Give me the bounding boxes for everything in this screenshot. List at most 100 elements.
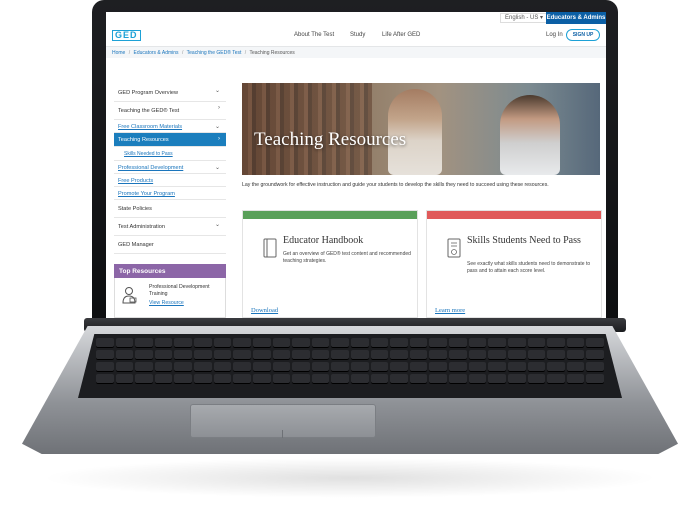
sidebar-item-teaching-resources[interactable]: Teaching Resources ›: [114, 133, 226, 147]
sidebar-item-label: Professional Development: [118, 165, 184, 171]
keyboard-key: [96, 350, 114, 360]
keyboard-key: [154, 362, 173, 372]
sidebar-item-label: Free Products: [118, 178, 154, 184]
keyboard-key: [213, 350, 232, 360]
sidebar-item-teaching-the-ged-test[interactable]: Teaching the GED® Test ›: [114, 102, 226, 120]
keyboard-key: [233, 374, 251, 384]
card-title: Skills Students Need to Pass: [467, 235, 581, 246]
sidebar-item-label: State Policies: [118, 206, 152, 212]
learn-more-link[interactable]: Learn more: [435, 307, 465, 314]
keyboard-key: [409, 350, 428, 360]
skills-students-need-card: Skills Students Need to Pass See exactly…: [426, 210, 602, 318]
sidebar-item-label: Free Classroom Materials: [118, 124, 183, 130]
keyboard-key: [547, 350, 565, 360]
teacher-icon: [122, 287, 137, 304]
view-resource-link[interactable]: View Resource: [149, 300, 184, 306]
keyboard-key: [96, 374, 114, 384]
nav-life-after-ged[interactable]: Life After GED: [382, 32, 420, 38]
keyboard-key: [272, 338, 291, 348]
keyboard-key: [586, 374, 604, 384]
laptop-shadow: [40, 458, 660, 498]
breadcrumb-separator: /: [128, 50, 131, 56]
keyboard-key: [390, 350, 408, 360]
breadcrumb-educators[interactable]: Educators & Admins: [134, 50, 179, 56]
keyboard-key: [409, 362, 428, 372]
keyboard-key: [351, 362, 369, 372]
nav-about-the-test[interactable]: About The Test: [294, 32, 334, 38]
breadcrumb: Home / Educators & Admins / Teaching the…: [106, 46, 606, 58]
keyboard-key: [390, 362, 408, 372]
keyboard-key: [507, 374, 526, 384]
keyboard-key: [272, 350, 291, 360]
keyboard-key: [370, 350, 389, 360]
keyboard-key: [351, 374, 369, 384]
keyboard-key: [527, 338, 546, 348]
sidebar-item-label: Skills Needed to Pass: [124, 151, 173, 157]
keyboard-key: [566, 362, 585, 372]
breadcrumb-home[interactable]: Home: [112, 50, 125, 56]
keyboard-key: [292, 350, 310, 360]
sidebar-item-state-policies[interactable]: State Policies: [114, 200, 226, 218]
top-resource-title: Professional Development Training: [149, 284, 210, 297]
sidebar-item-free-products[interactable]: Free Products: [114, 174, 226, 187]
keyboard-key: [154, 338, 173, 348]
keyboard-key: [233, 362, 251, 372]
chevron-down-icon: ⌄: [214, 165, 220, 171]
trackpad: [190, 404, 376, 438]
card-description: Get an overview of GED® test content and…: [283, 251, 411, 264]
keyboard-key: [194, 374, 212, 384]
keyboard-key: [429, 362, 448, 372]
sidebar-item-test-administration[interactable]: Test Administration ⌄: [114, 218, 226, 236]
download-link[interactable]: Download: [251, 307, 278, 314]
top-resources-body: Professional Development Training View R…: [114, 278, 226, 318]
keyboard-key: [370, 338, 389, 348]
sidebar-item-professional-development[interactable]: Professional Development ⌄: [114, 161, 226, 174]
keyboard-key: [566, 374, 585, 384]
login-link[interactable]: Log In: [546, 32, 563, 38]
keyboard-key: [409, 338, 428, 348]
keyboard-key: [527, 362, 546, 372]
trackpad-divider: [282, 430, 283, 438]
book-icon: [263, 238, 277, 258]
keyboard-key: [409, 374, 428, 384]
language-select[interactable]: English - US ▾: [500, 13, 549, 23]
intro-text: Lay the groundwork for effective instruc…: [242, 182, 549, 188]
keyboard-key: [194, 350, 212, 360]
educators-admins-button[interactable]: Educators & Admins: [546, 12, 606, 24]
ged-logo[interactable]: GED: [112, 30, 141, 41]
keyboard-key: [586, 350, 604, 360]
keyboard-key: [449, 350, 467, 360]
keyboard-key: [213, 362, 232, 372]
keyboard-key: [174, 350, 193, 360]
chevron-right-icon: ›: [218, 136, 220, 142]
sidebar-item-promote-your-program[interactable]: Promote Your Program: [114, 187, 226, 200]
site-header: GED About The Test Study Life After GED …: [106, 24, 606, 46]
keyboard-key: [507, 338, 526, 348]
top-resources-heading: Top Resources: [114, 264, 226, 278]
nav-study[interactable]: Study: [350, 32, 365, 38]
keyboard-key: [507, 362, 526, 372]
keyboard-key: [331, 374, 349, 384]
breadcrumb-separator: /: [181, 50, 184, 56]
keyboard-key: [351, 350, 369, 360]
signup-button[interactable]: SIGN UP: [566, 29, 600, 41]
keyboard-key: [252, 374, 271, 384]
chevron-right-icon: ›: [218, 105, 220, 111]
keyboard-key: [488, 362, 506, 372]
sidebar-item-ged-manager[interactable]: GED Manager: [114, 236, 226, 254]
chevron-down-icon: ⌄: [214, 222, 220, 228]
keyboard-key: [272, 362, 291, 372]
sidebar-item-ged-program-overview[interactable]: GED Program Overview ⌄: [114, 84, 226, 102]
keyboard-key: [194, 338, 212, 348]
keyboard-key: [331, 338, 349, 348]
keyboard-key: [135, 362, 153, 372]
sidebar-item-free-classroom-materials[interactable]: Free Classroom Materials ⌄: [114, 120, 226, 133]
keyboard-key: [370, 374, 389, 384]
keyboard-key: [154, 350, 173, 360]
card-description: See exactly what skills students need to…: [467, 261, 591, 274]
keyboard-key: [272, 374, 291, 384]
sidebar-item-skills-needed-to-pass[interactable]: Skills Needed to Pass: [114, 147, 226, 161]
keyboard-key: [527, 350, 546, 360]
breadcrumb-teaching-ged[interactable]: Teaching the GED® Test: [187, 50, 242, 56]
keyboard-key: [292, 374, 310, 384]
